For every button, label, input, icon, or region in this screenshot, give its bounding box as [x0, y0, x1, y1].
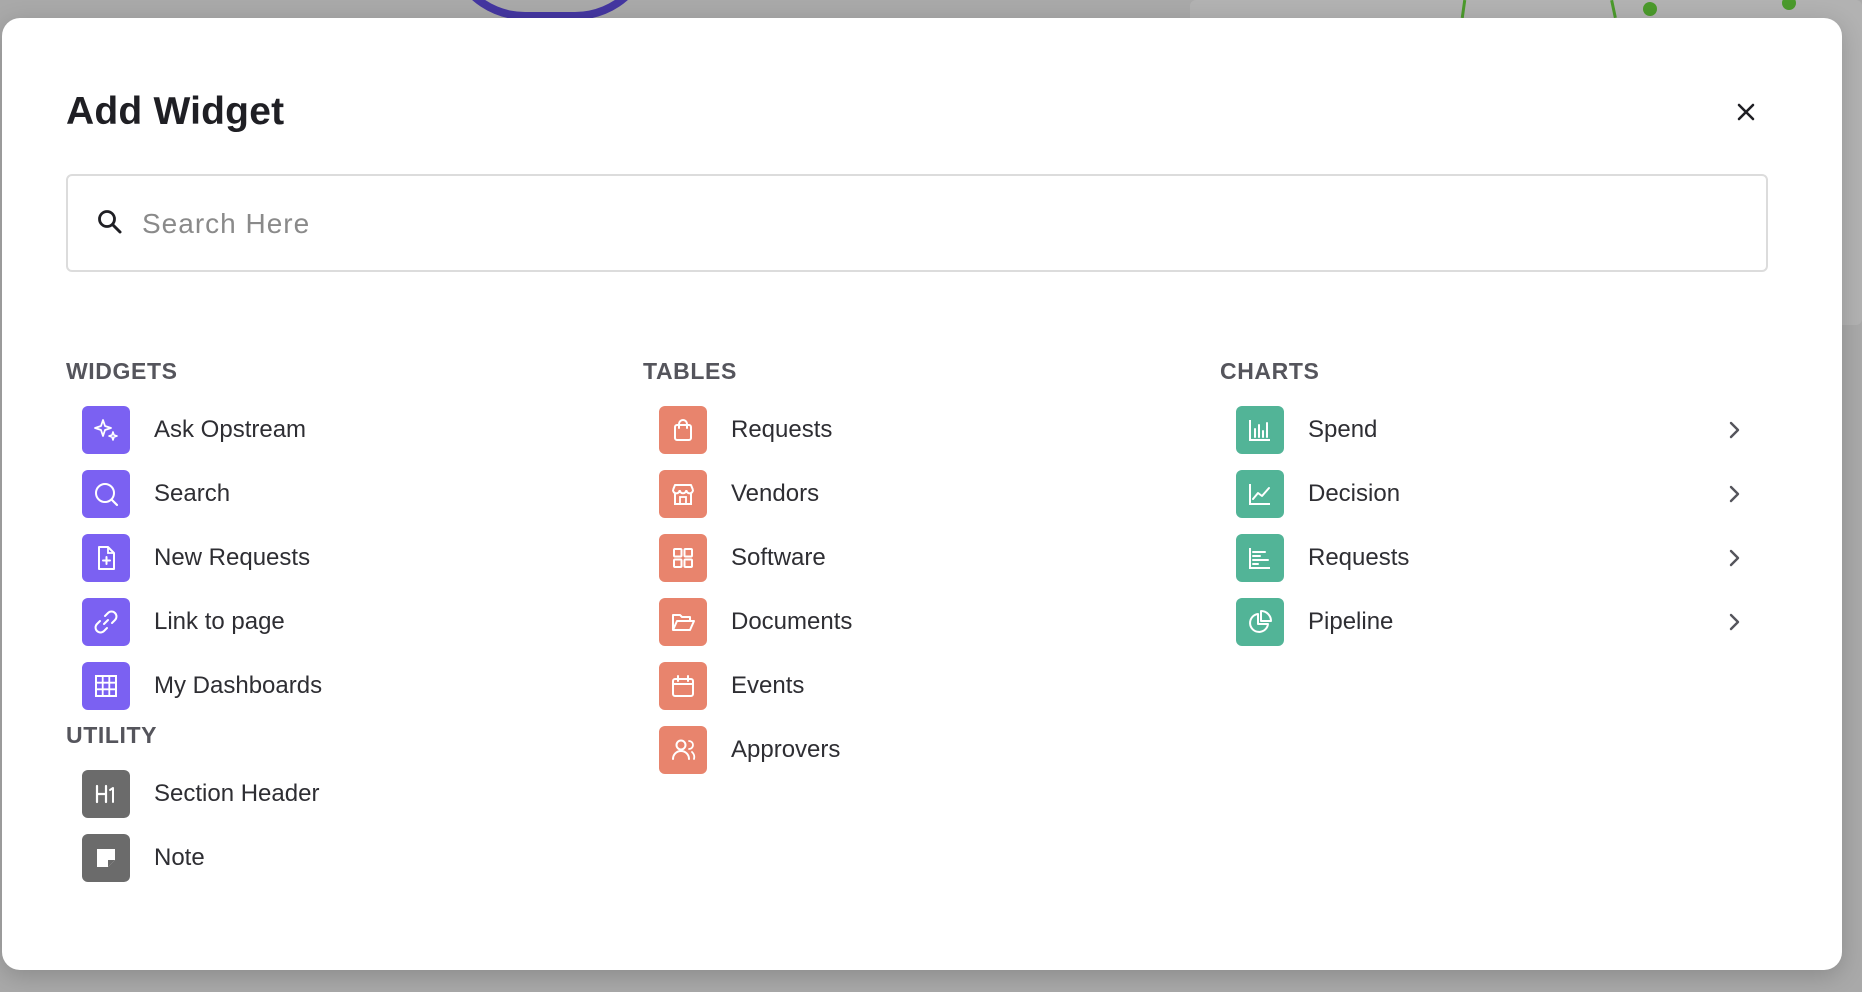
file-plus-icon	[98, 546, 115, 570]
grid-icon	[95, 675, 117, 697]
chevron-right-icon	[1729, 613, 1740, 631]
item-label: My Dashboards	[154, 672, 323, 699]
item-label: Approvers	[731, 736, 841, 763]
chart-item-decision[interactable]: Decision	[1236, 468, 1746, 520]
background-chart-arc	[445, 0, 655, 20]
item-label: Pipeline	[1308, 608, 1394, 635]
section-title-widgets: WIDGETS	[66, 358, 178, 384]
widget-item-search[interactable]: Search	[82, 468, 230, 520]
horizontal-bar-chart-icon	[1249, 548, 1270, 569]
background-chart-dot	[1643, 2, 1657, 16]
store-icon	[672, 484, 694, 505]
chart-item-pipeline[interactable]: Pipeline	[1236, 596, 1746, 648]
item-label: Link to page	[154, 608, 285, 635]
widget-item-new-requests[interactable]: New Requests	[82, 532, 310, 584]
shopping-bag-icon	[674, 419, 692, 441]
item-label: Documents	[731, 608, 853, 635]
section-title-utility: UTILITY	[66, 722, 158, 748]
link-icon	[94, 610, 118, 634]
item-label: Requests	[1308, 544, 1410, 571]
item-label: Vendors	[731, 480, 820, 507]
item-label: Section Header	[154, 780, 320, 807]
table-item-vendors[interactable]: Vendors	[659, 468, 819, 520]
sparkle-icon	[94, 419, 118, 441]
section-title-charts: CHARTS	[1220, 358, 1320, 384]
item-label: New Requests	[154, 544, 311, 571]
bar-chart-icon	[1249, 420, 1270, 441]
pie-chart-icon	[1249, 610, 1272, 633]
section-title-tables: TABLES	[643, 358, 737, 384]
table-item-software[interactable]: Software	[659, 532, 826, 584]
search-box	[66, 174, 1768, 272]
heading-icon	[95, 784, 114, 804]
item-label: Events	[731, 672, 805, 699]
item-label: Software	[731, 544, 826, 571]
search-input[interactable]	[142, 196, 1742, 252]
search-icon	[98, 210, 122, 234]
table-item-requests[interactable]: Requests	[659, 404, 832, 456]
table-item-documents[interactable]: Documents	[659, 596, 852, 648]
table-item-approvers[interactable]: Approvers	[659, 724, 840, 776]
chevron-right-icon	[1729, 549, 1740, 567]
widget-item-link-to-page[interactable]: Link to page	[82, 596, 285, 648]
folder-open-icon	[672, 614, 695, 631]
widget-item-my-dashboards[interactable]: My Dashboards	[82, 660, 322, 712]
users-icon	[672, 739, 696, 760]
add-widget-modal: Add Widget WIDGETS Ask Opstream	[2, 18, 1842, 970]
widget-item-ask-opstream[interactable]: Ask Opstream	[82, 404, 306, 456]
chart-item-requests[interactable]: Requests	[1236, 532, 1746, 584]
item-label: Decision	[1308, 480, 1401, 507]
table-item-events[interactable]: Events	[659, 660, 804, 712]
item-label: Note	[154, 844, 205, 871]
item-label: Search	[154, 480, 231, 507]
line-chart-icon	[1249, 484, 1270, 505]
note-icon	[97, 849, 115, 867]
chart-item-spend[interactable]: Spend	[1236, 404, 1746, 456]
close-icon	[1737, 103, 1755, 121]
chevron-right-icon	[1729, 421, 1740, 439]
utility-item-section-header[interactable]: Section Header	[82, 768, 319, 820]
calendar-icon	[672, 675, 694, 697]
close-button[interactable]	[1722, 88, 1770, 136]
item-label: Ask Opstream	[154, 416, 307, 443]
item-label: Spend	[1308, 416, 1378, 443]
modal-title: Add Widget	[66, 90, 285, 133]
chevron-right-icon	[1729, 485, 1740, 503]
search-icon	[95, 483, 119, 507]
item-label: Requests	[731, 416, 833, 443]
apps-icon	[673, 548, 693, 568]
utility-item-note[interactable]: Note	[82, 832, 205, 884]
